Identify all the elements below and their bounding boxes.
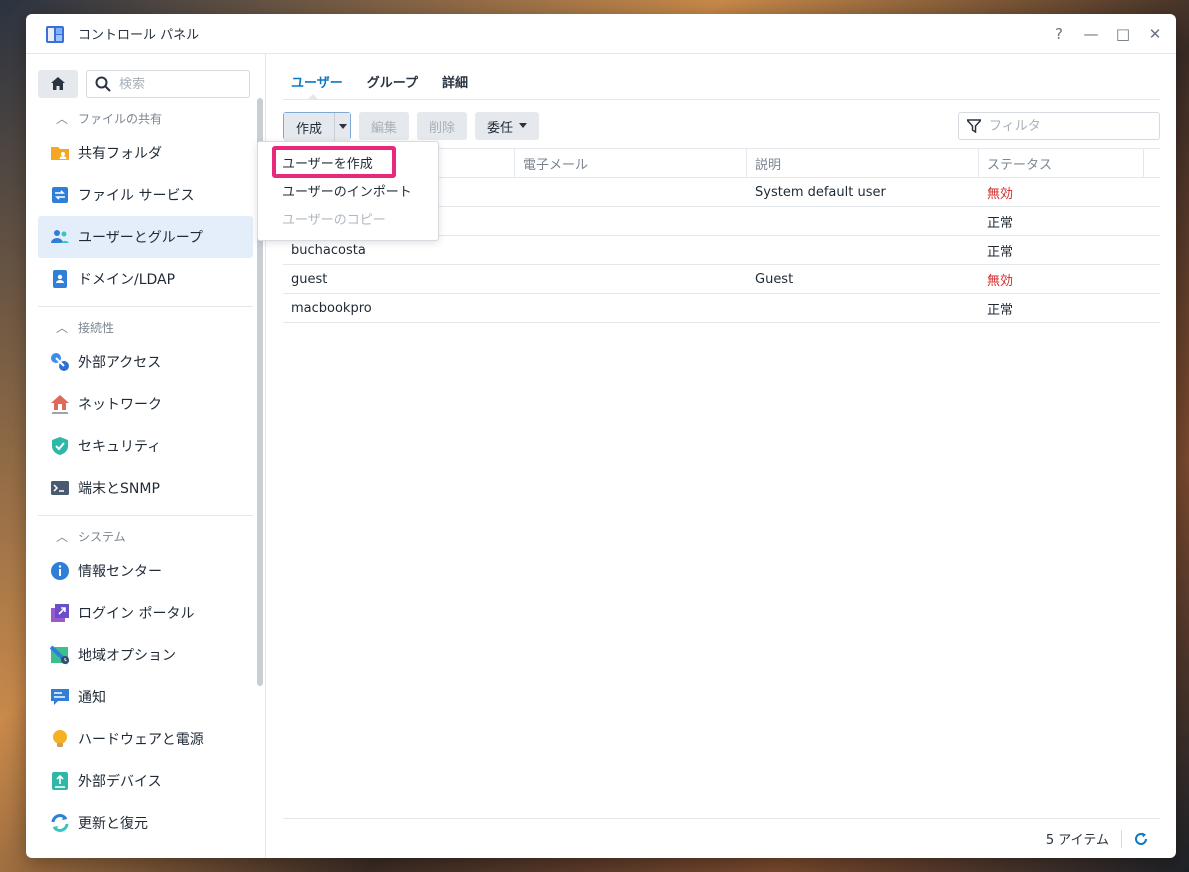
create-button[interactable]: 作成 xyxy=(284,113,335,141)
sidebar-item-login-portal[interactable]: ログイン ポータル xyxy=(38,592,253,634)
table-footer: 5 アイテム xyxy=(283,818,1160,858)
column-description[interactable]: 説明 xyxy=(747,149,979,177)
sidebar-item-shared-folder[interactable]: 共有フォルダ xyxy=(38,132,253,174)
sidebar-search[interactable] xyxy=(86,70,250,98)
chevron-up-icon: ︿ xyxy=(56,529,69,544)
status-badge: 正常 xyxy=(987,302,1014,318)
filter-icon xyxy=(967,119,981,133)
home-icon xyxy=(51,77,65,90)
update-restore-icon xyxy=(51,814,69,832)
sidebar-item-security[interactable]: セキュリティ xyxy=(38,425,253,467)
external-devices-icon xyxy=(52,772,68,790)
lightbulb-icon xyxy=(53,730,67,747)
edit-button[interactable]: 編集 xyxy=(359,112,410,140)
sidebar-item-info-center[interactable]: 情報センター xyxy=(38,550,253,592)
filter-box[interactable] xyxy=(958,112,1160,140)
help-icon[interactable]: ? xyxy=(1052,25,1066,43)
toolbar: 作成 編集 削除 委任 xyxy=(283,112,1160,141)
column-email[interactable]: 電子メール xyxy=(515,149,747,177)
section-connectivity[interactable]: ︿ 接続性 xyxy=(26,313,265,341)
sidebar-item-users-groups[interactable]: ユーザーとグループ xyxy=(38,216,253,258)
create-dropdown-menu: ユーザーを作成 ユーザーのインポート ユーザーのコピー xyxy=(257,141,439,241)
minimize-icon[interactable]: — xyxy=(1084,25,1099,43)
tab-bar: ユーザー グループ 詳細 xyxy=(283,54,1160,100)
title-bar: コントロール パネル ? — □ ✕ xyxy=(26,14,1176,54)
terminal-icon xyxy=(51,481,69,495)
chevron-up-icon: ︿ xyxy=(56,320,69,335)
sidebar-item-external-devices[interactable]: 外部デバイス xyxy=(38,760,253,802)
chevron-up-icon: ︿ xyxy=(56,111,69,126)
regional-options-icon xyxy=(50,645,70,665)
status-badge: 正常 xyxy=(987,244,1014,260)
sidebar: ︿ ファイルの共有 共有フォルダ ファイル サービス ユーザーとグループ ドメイ… xyxy=(26,54,266,858)
sidebar-item-external-access[interactable]: 外部アクセス xyxy=(38,341,253,383)
status-badge: 正常 xyxy=(987,215,1014,231)
create-dropdown-toggle[interactable] xyxy=(334,113,351,141)
menu-item-create-user[interactable]: ユーザーを作成 xyxy=(258,148,438,176)
control-panel-app-icon xyxy=(46,25,64,43)
domain-ldap-icon xyxy=(53,270,67,288)
tab-groups[interactable]: グループ xyxy=(367,72,418,99)
caret-down-icon xyxy=(519,123,528,128)
window-title: コントロール パネル xyxy=(78,28,200,43)
shared-folder-icon xyxy=(51,147,69,160)
close-icon[interactable]: ✕ xyxy=(1148,25,1162,43)
sidebar-item-terminal-snmp[interactable]: 端末とSNMP xyxy=(38,467,253,509)
section-system[interactable]: ︿ システム xyxy=(26,522,265,550)
home-button[interactable] xyxy=(38,70,78,98)
refresh-icon[interactable] xyxy=(1134,832,1148,846)
sidebar-item-hardware-power[interactable]: ハードウェアと電源 xyxy=(38,718,253,760)
search-icon xyxy=(95,76,111,92)
info-icon xyxy=(51,562,69,580)
filter-input[interactable] xyxy=(989,118,1139,134)
sidebar-item-update-restore[interactable]: 更新と復元 xyxy=(38,802,253,844)
sidebar-divider xyxy=(38,515,253,516)
status-badge: 無効 xyxy=(987,273,1014,289)
maximize-icon[interactable]: □ xyxy=(1116,25,1130,43)
sidebar-item-domain-ldap[interactable]: ドメイン/LDAP xyxy=(38,258,253,300)
caret-down-icon xyxy=(338,124,347,129)
sidebar-item-file-services[interactable]: ファイル サービス xyxy=(38,174,253,216)
sidebar-item-network[interactable]: ネットワーク xyxy=(38,383,253,425)
notification-icon xyxy=(51,689,69,705)
control-panel-window: コントロール パネル ? — □ ✕ ︿ ファイルの共有 xyxy=(26,14,1176,858)
sidebar-item-notification[interactable]: 通知 xyxy=(38,676,253,718)
login-portal-icon xyxy=(51,604,69,622)
sidebar-divider xyxy=(38,306,253,307)
external-access-icon xyxy=(51,353,69,371)
column-status[interactable]: ステータス xyxy=(979,149,1144,177)
footer-divider xyxy=(1121,829,1122,848)
sidebar-item-regional-options[interactable]: 地域オプション xyxy=(38,634,253,676)
users-groups-icon xyxy=(51,230,69,243)
search-input[interactable] xyxy=(119,76,239,92)
delete-button[interactable]: 削除 xyxy=(417,112,468,140)
menu-item-copy-user: ユーザーのコピー xyxy=(282,212,386,228)
active-tab-indicator xyxy=(307,94,319,100)
item-count: 5 アイテム xyxy=(1045,833,1109,848)
network-icon xyxy=(51,395,69,414)
status-badge: 無効 xyxy=(987,186,1014,202)
section-file-sharing[interactable]: ︿ ファイルの共有 xyxy=(26,104,265,132)
delegate-button[interactable]: 委任 xyxy=(475,112,540,140)
menu-item-import-users[interactable]: ユーザーのインポート xyxy=(258,176,438,204)
shield-icon xyxy=(52,437,68,455)
tab-advanced[interactable]: 詳細 xyxy=(442,72,468,99)
table-row[interactable]: macbookpro 正常 xyxy=(283,294,1160,323)
file-services-icon xyxy=(52,187,68,203)
table-row[interactable]: guest Guest 無効 xyxy=(283,265,1160,294)
create-split-button: 作成 xyxy=(283,112,352,141)
